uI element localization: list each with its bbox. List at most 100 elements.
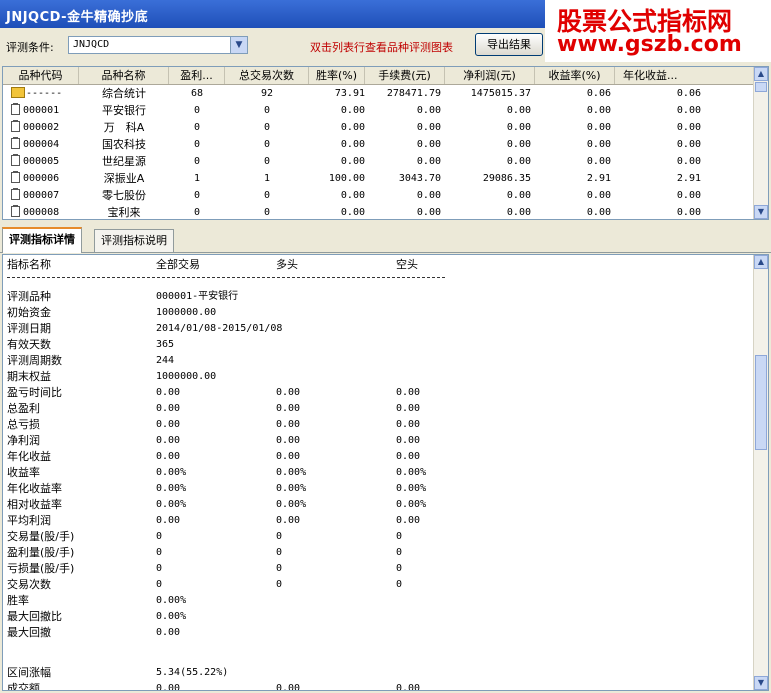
detail-row-all: 0.00% <box>156 611 187 622</box>
export-button[interactable]: 导出结果 <box>475 33 543 56</box>
detail-row-long: 0.00 <box>276 435 301 446</box>
cell-code: 000008 <box>3 204 79 219</box>
cell-name: 宝利来 <box>107 206 141 219</box>
detail-row-all: 0.00 <box>156 451 181 462</box>
cell-win: 0.00 <box>340 207 365 218</box>
detail-row-long: 0.00 <box>276 403 301 414</box>
detail-row-name: 收益率 <box>7 466 40 479</box>
detail-row-name: 亏损量(股/手) <box>7 562 75 575</box>
table-row[interactable]: 000001 平安银行 0 0 0.00 0.00 0.00 0.00 0.00 <box>3 102 754 119</box>
tab-explanation[interactable]: 评测指标说明 <box>94 229 174 252</box>
results-grid[interactable]: 品种代码 品种名称 盈利... 总交易次数 胜率(%) 手续费(元) 净利润(元… <box>2 66 769 220</box>
cell-name: 零七股份 <box>102 189 146 202</box>
table-row[interactable]: 000006 深振业A 1 1 100.00 3043.70 29086.35 2.91 2.9… <box>3 170 754 187</box>
detail-row-name: 交易次数 <box>7 578 51 591</box>
detail-row-short: 0.00 <box>396 515 421 526</box>
detail-row-all: 0.00 <box>156 403 181 414</box>
col-header-return[interactable]: 收益率(%) <box>535 67 615 84</box>
detail-row-name: 年化收益率 <box>7 482 62 495</box>
detail-row-all: 244 <box>156 355 175 366</box>
scroll-up-icon[interactable]: ▲ <box>754 67 768 81</box>
col-header-net[interactable]: 净利润(元) <box>445 67 535 84</box>
cell-fee: 3043.70 <box>398 173 441 184</box>
doc-icon <box>11 137 20 149</box>
detail-scrollbar[interactable]: ▲ ▼ <box>753 255 768 690</box>
toolbar: 评测条件: JNJQCD ▼ 双击列表行查看品种评测图表 导出结果 <box>0 28 545 64</box>
cell-return: 0.00 <box>586 156 611 167</box>
detail-row-short: 0 <box>396 563 403 574</box>
doc-icon <box>11 120 20 132</box>
hint-text: 双击列表行查看品种评测图表 <box>310 41 453 54</box>
detail-row-all: 0.00 <box>156 419 181 430</box>
table-row[interactable]: 000002 万 科A 0 0 0.00 0.00 0.00 0.00 0.00 <box>3 119 754 136</box>
col-header-trades[interactable]: 总交易次数 <box>225 67 309 84</box>
cell-code: 000006 <box>3 170 79 187</box>
detail-row-long: 0.00 <box>276 515 301 526</box>
col-header-annual[interactable]: 年化收益... <box>615 67 754 84</box>
cell-code: 000001 <box>3 102 79 119</box>
detail-row-long: 0.00 <box>276 419 301 430</box>
grid-scroll-thumb[interactable] <box>755 82 767 92</box>
detail-row-name: 盈利量(股/手) <box>7 546 75 559</box>
grid-header: 品种代码 品种名称 盈利... 总交易次数 胜率(%) 手续费(元) 净利润(元… <box>3 67 754 85</box>
grid-scrollbar[interactable]: ▲ ▼ <box>753 67 768 219</box>
table-row[interactable]: ------ 综合统计 68 92 73.91 278471.79 1475015.37 0.… <box>3 85 754 102</box>
cell-return: 0.00 <box>586 190 611 201</box>
cell-win: 0.00 <box>340 156 365 167</box>
cell-annual: 0.00 <box>676 190 701 201</box>
detail-scroll-thumb[interactable] <box>755 355 767 450</box>
detail-row-name: 总亏损 <box>7 418 40 431</box>
cell-win: 73.91 <box>334 88 365 99</box>
detail-row-all: 1000000.00 <box>156 307 217 318</box>
detail-row-long: 0.00% <box>276 499 307 510</box>
detail-row-name: 净利润 <box>7 434 40 447</box>
row-code-text: 000008 <box>23 207 60 218</box>
row-code-text: 000006 <box>23 173 60 184</box>
condition-select[interactable]: JNJQCD ▼ <box>68 36 248 54</box>
cell-trades: 0 <box>263 105 271 116</box>
cell-name: 世纪星源 <box>102 155 146 168</box>
table-row[interactable]: 000005 世纪星源 0 0 0.00 0.00 0.00 0.00 0.00 <box>3 153 754 170</box>
tab-details[interactable]: 评测指标详情 <box>2 227 82 253</box>
cell-name: 平安银行 <box>102 104 146 117</box>
detail-row-all: 0.00% <box>156 483 187 494</box>
detail-row-name: 有效天数 <box>7 338 51 351</box>
cell-annual: 0.00 <box>676 207 701 218</box>
cell-win: 0.00 <box>340 139 365 150</box>
cell-net: 0.00 <box>506 156 531 167</box>
detail-row-long: 0 <box>276 547 283 558</box>
cell-trades: 0 <box>263 156 271 167</box>
detail-panel[interactable]: 指标名称 全部交易 多头 空头 评测品种 000001-平安银行 初始资金 10000… <box>2 254 769 691</box>
scroll-up-icon[interactable]: ▲ <box>754 255 768 269</box>
table-row[interactable]: 000004 国农科技 0 0 0.00 0.00 0.00 0.00 0.00 <box>3 136 754 153</box>
cell-profit: 0 <box>193 190 201 201</box>
table-row[interactable]: 000008 宝利来 0 0 0.00 0.00 0.00 0.00 0.00 <box>3 204 754 219</box>
cell-net: 0.00 <box>506 139 531 150</box>
detail-row-name: 评测周期数 <box>7 354 62 367</box>
cell-name: 综合统计 <box>102 87 146 100</box>
col-header-fee[interactable]: 手续费(元) <box>365 67 445 84</box>
scroll-down-icon[interactable]: ▼ <box>754 676 768 690</box>
detail-row-short: 0.00 <box>396 419 421 430</box>
col-header-name[interactable]: 品种名称 <box>79 67 169 84</box>
table-row[interactable]: 000007 零七股份 0 0 0.00 0.00 0.00 0.00 0.00 <box>3 187 754 204</box>
col-header-code[interactable]: 品种代码 <box>3 67 79 84</box>
col-header-profit[interactable]: 盈利... <box>169 67 225 84</box>
cell-return: 0.00 <box>586 139 611 150</box>
detail-row-all: 0.00% <box>156 595 187 606</box>
cell-profit: 0 <box>193 122 201 133</box>
detail-row-all: 1000000.00 <box>156 371 217 382</box>
detail-row-all: 0.00% <box>156 499 187 510</box>
cell-profit: 1 <box>193 173 201 184</box>
cell-net: 0.00 <box>506 190 531 201</box>
doc-icon <box>11 205 20 217</box>
cell-trades: 0 <box>263 190 271 201</box>
row-code-text: ------ <box>26 88 63 99</box>
cell-profit: 68 <box>190 88 204 99</box>
cell-fee: 278471.79 <box>386 88 441 99</box>
chevron-down-icon[interactable]: ▼ <box>230 37 247 53</box>
row-code-text: 000007 <box>23 190 60 201</box>
cell-profit: 0 <box>193 156 201 167</box>
col-header-win[interactable]: 胜率(%) <box>309 67 365 84</box>
scroll-down-icon[interactable]: ▼ <box>754 205 768 219</box>
